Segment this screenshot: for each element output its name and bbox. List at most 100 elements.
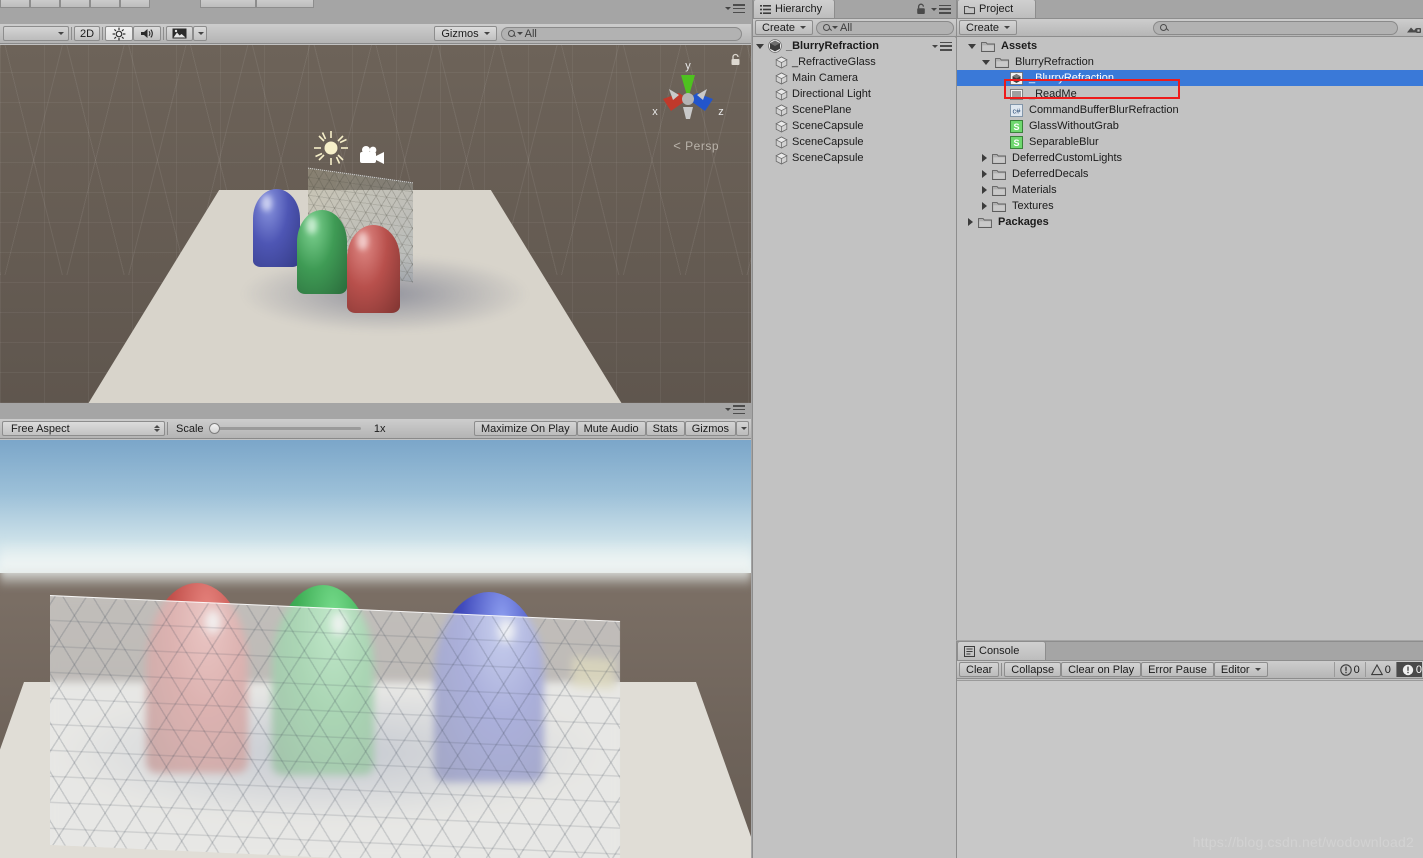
main-toolbar-transform-tools[interactable]: [0, 0, 150, 8]
project-tree-row[interactable]: Assets: [957, 38, 1423, 54]
game-gizmos-button[interactable]: Gizmos: [684, 421, 736, 436]
hierarchy-item[interactable]: SceneCapsule: [753, 134, 956, 150]
main-camera-gizmo-icon[interactable]: [358, 145, 390, 167]
console-toolbar[interactable]: Clear Collapse Clear on Play Error Pause…: [957, 661, 1423, 679]
project-tree-row[interactable]: DeferredCustomLights: [957, 150, 1423, 166]
game-scale-slider[interactable]: [208, 423, 361, 434]
hierarchy-toolbar[interactable]: Create All: [753, 19, 956, 37]
scene-search-input[interactable]: All: [500, 26, 742, 41]
hierarchy-search-input[interactable]: All: [816, 20, 954, 35]
console-collapse-toggle[interactable]: Collapse: [1004, 662, 1062, 677]
chevron-down-icon[interactable]: [968, 43, 976, 49]
hierarchy-scene-menu-button[interactable]: [930, 41, 956, 51]
project-tree-row[interactable]: _BlurryRefraction: [957, 70, 1423, 86]
directional-light-gizmo-icon[interactable]: [313, 130, 349, 166]
scene-gizmos-dropdown[interactable]: Gizmos: [434, 26, 497, 41]
scene-fx-toggle[interactable]: [166, 26, 193, 41]
scene-object-green-capsule[interactable]: [297, 210, 347, 294]
lock-icon[interactable]: [916, 3, 926, 15]
scene-object-red-capsule[interactable]: [347, 225, 400, 313]
project-tree-row[interactable]: DeferredDecals: [957, 166, 1423, 182]
scene-lock-icon[interactable]: [730, 53, 741, 66]
hierarchy-panel-menu-button[interactable]: [929, 4, 951, 14]
gameobject-icon: [775, 136, 788, 148]
console-message-list[interactable]: https://blog.csdn.net/wodownload2: [957, 680, 1423, 858]
scene-draw-mode-dropdown[interactable]: [3, 26, 69, 41]
project-tree-row[interactable]: S SeparableBlur: [957, 134, 1423, 150]
console-info-counter[interactable]: 0: [1333, 662, 1365, 677]
hierarchy-create-button[interactable]: Create: [755, 20, 814, 35]
game-maximize-on-play-toggle[interactable]: Maximize On Play: [473, 421, 577, 436]
project-tree-row[interactable]: c# CommandBufferBlurRefraction: [957, 102, 1423, 118]
project-tree-row[interactable]: S GlassWithoutGrab: [957, 118, 1423, 134]
hierarchy-tree[interactable]: _BlurryRefraction _RefractiveGlass Main C…: [753, 38, 956, 858]
pivot-mode-button[interactable]: [200, 0, 256, 8]
scene-lighting-toggle[interactable]: [105, 26, 133, 41]
console-warning-counter[interactable]: 0: [1364, 662, 1396, 677]
rect-tool-button[interactable]: [120, 0, 150, 8]
scale-tool-button[interactable]: [90, 0, 120, 8]
scene-object-blue-capsule[interactable]: [253, 189, 300, 267]
game-scale-control[interactable]: Scale 1x: [170, 423, 392, 435]
slider-knob[interactable]: [208, 423, 220, 434]
project-toolbar[interactable]: Create: [957, 19, 1423, 37]
game-gizmos-dropdown[interactable]: [736, 421, 749, 436]
scene-search-placeholder: All: [524, 27, 537, 40]
move-tool-button[interactable]: [30, 0, 60, 8]
chevron-right-icon[interactable]: [968, 218, 973, 226]
hand-tool-button[interactable]: [0, 0, 30, 8]
scene-axis-gizmo[interactable]: y x z: [645, 55, 731, 141]
scene-view-viewport[interactable]: < Persp y x z: [0, 45, 751, 403]
hierarchy-item[interactable]: ScenePlane: [753, 102, 956, 118]
chevron-right-icon[interactable]: [982, 170, 987, 178]
project-tree-label: DeferredDecals: [1012, 168, 1089, 180]
hierarchy-item[interactable]: Main Camera: [753, 70, 956, 86]
chevron-right-icon[interactable]: [982, 154, 987, 162]
project-tree-row[interactable]: BlurryRefraction: [957, 54, 1423, 70]
main-toolbar-pivot-tools[interactable]: [200, 0, 314, 8]
project-search-input[interactable]: [1153, 20, 1398, 35]
console-error-pause-toggle[interactable]: Error Pause: [1141, 662, 1214, 677]
project-tree[interactable]: Assets BlurryRefraction _BlurryRefraction _…: [957, 38, 1423, 640]
game-view-viewport[interactable]: [0, 440, 751, 858]
chevron-down-icon[interactable]: [756, 43, 764, 49]
game-view-toolbar[interactable]: Free Aspect Scale 1x Maximize On Play Mu…: [0, 419, 751, 439]
tab-hierarchy[interactable]: Hierarchy: [753, 0, 836, 18]
project-create-button[interactable]: Create: [959, 20, 1018, 35]
game-scale-value: 1x: [373, 422, 386, 435]
console-clear-button[interactable]: Clear: [959, 662, 1000, 677]
project-tree-row[interactable]: _ReadMe: [957, 86, 1423, 102]
hierarchy-item[interactable]: _RefractiveGlass: [753, 54, 956, 70]
chevron-right-icon[interactable]: [982, 202, 987, 210]
unity-scene-icon: [1010, 71, 1023, 85]
hierarchy-scene-row[interactable]: _BlurryRefraction: [753, 38, 956, 54]
asset-filter-icon[interactable]: [1406, 21, 1422, 35]
hierarchy-item[interactable]: Directional Light: [753, 86, 956, 102]
pivot-rotation-button[interactable]: [256, 0, 314, 8]
chevron-down-icon[interactable]: [982, 59, 990, 65]
console-clear-on-play-toggle[interactable]: Clear on Play: [1061, 662, 1142, 677]
project-tree-row[interactable]: Materials: [957, 182, 1423, 198]
tab-project[interactable]: Project: [957, 0, 1037, 18]
chevron-right-icon[interactable]: [982, 186, 987, 194]
game-mute-audio-toggle[interactable]: Mute Audio: [576, 421, 646, 436]
scene-2d-toggle[interactable]: 2D: [74, 26, 100, 41]
game-panel-menu-button[interactable]: [723, 405, 745, 414]
scene-view-toolbar[interactable]: 2D Gizmos All: [0, 24, 751, 44]
console-info-count: 0: [1353, 663, 1360, 676]
hierarchy-item[interactable]: SceneCapsule: [753, 118, 956, 134]
scene-audio-toggle[interactable]: [133, 26, 161, 41]
project-tree-row[interactable]: Textures: [957, 198, 1423, 214]
game-stats-toggle[interactable]: Stats: [645, 421, 685, 436]
scene-fx-dropdown[interactable]: [193, 26, 207, 41]
game-aspect-ratio-dropdown[interactable]: Free Aspect: [2, 421, 165, 436]
hierarchy-item[interactable]: SceneCapsule: [753, 150, 956, 166]
svg-text:x: x: [652, 106, 658, 118]
panel-menu-icon: [733, 405, 745, 414]
scene-panel-menu-button[interactable]: [723, 4, 745, 13]
project-tree-row[interactable]: Packages: [957, 214, 1423, 230]
console-editor-dropdown[interactable]: Editor: [1213, 662, 1268, 677]
rotate-tool-button[interactable]: [60, 0, 90, 8]
tab-console[interactable]: Console: [957, 641, 1047, 660]
console-error-counter[interactable]: 0: [1395, 662, 1422, 677]
